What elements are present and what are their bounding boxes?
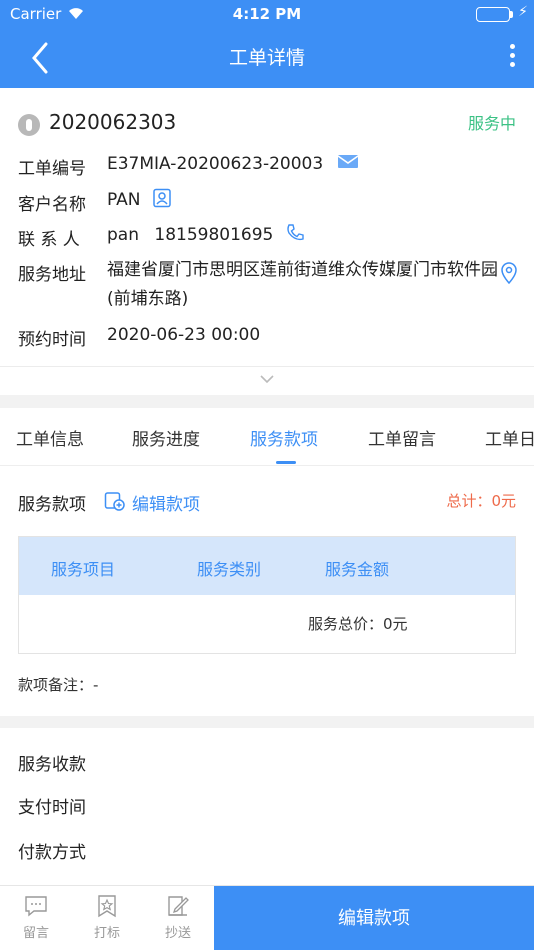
contact-name: pan bbox=[107, 225, 139, 245]
edit-fees-button[interactable]: 编辑款项 bbox=[214, 886, 534, 950]
col-service-amount: 服务金额 bbox=[325, 560, 390, 579]
col-service-item: 服务项目 bbox=[51, 560, 116, 579]
location-pin-icon[interactable] bbox=[500, 262, 518, 284]
col-service-category: 服务类别 bbox=[197, 560, 262, 579]
star-bookmark-icon bbox=[98, 895, 116, 918]
detail-tabs: 工单信息 服务进度 服务款项 工单留言 工单日 bbox=[0, 408, 534, 466]
message-icon bbox=[25, 896, 47, 917]
payment-section: 服务收款 支付时间 付款方式 bbox=[0, 728, 534, 888]
order-code: E37MIA-20200623-20003 bbox=[107, 154, 324, 174]
battery-tip bbox=[510, 11, 513, 18]
order-code-value: E37MIA-20200623-20003 bbox=[107, 154, 359, 174]
tab-order-info[interactable]: 工单信息 bbox=[16, 425, 84, 450]
clock: 4:12 PM bbox=[232, 5, 302, 23]
message-label: 留言 bbox=[22, 926, 49, 941]
fees-table-header: 服务项目 服务类别 服务金额 bbox=[19, 537, 515, 595]
mark-button[interactable]: 打标 bbox=[77, 894, 137, 941]
message-button[interactable]: 留言 bbox=[6, 894, 66, 941]
appointment-label: 预约时间 bbox=[18, 330, 86, 350]
chevron-down-icon bbox=[260, 375, 274, 384]
cc-label: 抄送 bbox=[164, 926, 191, 941]
address-label: 服务地址 bbox=[18, 265, 86, 285]
mark-label: 打标 bbox=[93, 926, 120, 941]
status-bar: Carrier 4:12 PM ⚡ bbox=[0, 0, 534, 28]
customer-value: PAN bbox=[107, 188, 172, 210]
order-code-label: 工单编号 bbox=[18, 159, 86, 179]
cc-edit-icon bbox=[168, 896, 189, 916]
service-address: 福建省厦门市思明区莲前街道维众传媒厦门市软件园(前埔东路) bbox=[107, 260, 498, 309]
charging-icon: ⚡ bbox=[518, 4, 528, 20]
order-tag-icon bbox=[18, 114, 40, 136]
fees-table: 服务项目 服务类别 服务金额 服务总价：0元 bbox=[18, 536, 516, 654]
phone-icon[interactable] bbox=[285, 223, 305, 243]
service-payment-label: 服务收款 bbox=[18, 755, 86, 775]
payment-method-label: 付款方式 bbox=[18, 843, 86, 863]
expand-toggle[interactable] bbox=[0, 366, 534, 395]
tab-order-log[interactable]: 工单日 bbox=[485, 425, 534, 450]
order-info-card: 2020062303 服务中 工单编号 E37MIA-20200623-2000… bbox=[0, 88, 534, 395]
top-bar: Carrier 4:12 PM ⚡ 工单详情 bbox=[0, 0, 534, 88]
tab-active-indicator bbox=[276, 461, 296, 464]
tab-order-messages[interactable]: 工单留言 bbox=[368, 425, 436, 450]
more-menu-button[interactable] bbox=[502, 40, 522, 76]
contact-phone: 18159801695 bbox=[154, 225, 274, 245]
mail-icon[interactable] bbox=[337, 152, 359, 170]
bottom-action-bar: 留言 打标 抄送 编辑款项 bbox=[0, 885, 534, 950]
customer-label: 客户名称 bbox=[18, 195, 86, 215]
fees-title: 服务款项 bbox=[18, 495, 86, 515]
order-status-badge: 服务中 bbox=[467, 114, 516, 133]
appointment-time: 2020-06-23 00:00 bbox=[107, 325, 261, 345]
edit-fees-label: 编辑款项 bbox=[132, 495, 200, 515]
edit-add-icon bbox=[104, 492, 125, 511]
order-number: 2020062303 bbox=[49, 110, 177, 134]
contact-value: pan 18159801695 bbox=[107, 223, 305, 245]
cc-button[interactable]: 抄送 bbox=[148, 894, 208, 941]
battery-icon bbox=[476, 7, 510, 22]
fees-remark: 款项备注：- bbox=[18, 676, 99, 694]
contact-label: 联 系 人 bbox=[18, 230, 80, 250]
service-fees-section: 服务款项 编辑款项 总计：0元 服务项目 服务类别 服务金额 服务总价：0元 款… bbox=[0, 466, 534, 716]
customer-name: PAN bbox=[107, 190, 141, 210]
service-total-price: 服务总价：0元 bbox=[308, 615, 408, 633]
payment-time-label: 支付时间 bbox=[18, 798, 86, 818]
page-title: 工单详情 bbox=[228, 47, 305, 69]
tab-service-progress[interactable]: 服务进度 bbox=[132, 425, 200, 450]
tab-service-fees[interactable]: 服务款项 bbox=[250, 425, 318, 450]
nav-bar: 工单详情 bbox=[0, 28, 534, 88]
fees-total: 总计：0元 bbox=[446, 492, 516, 510]
contact-card-icon[interactable] bbox=[152, 188, 172, 208]
